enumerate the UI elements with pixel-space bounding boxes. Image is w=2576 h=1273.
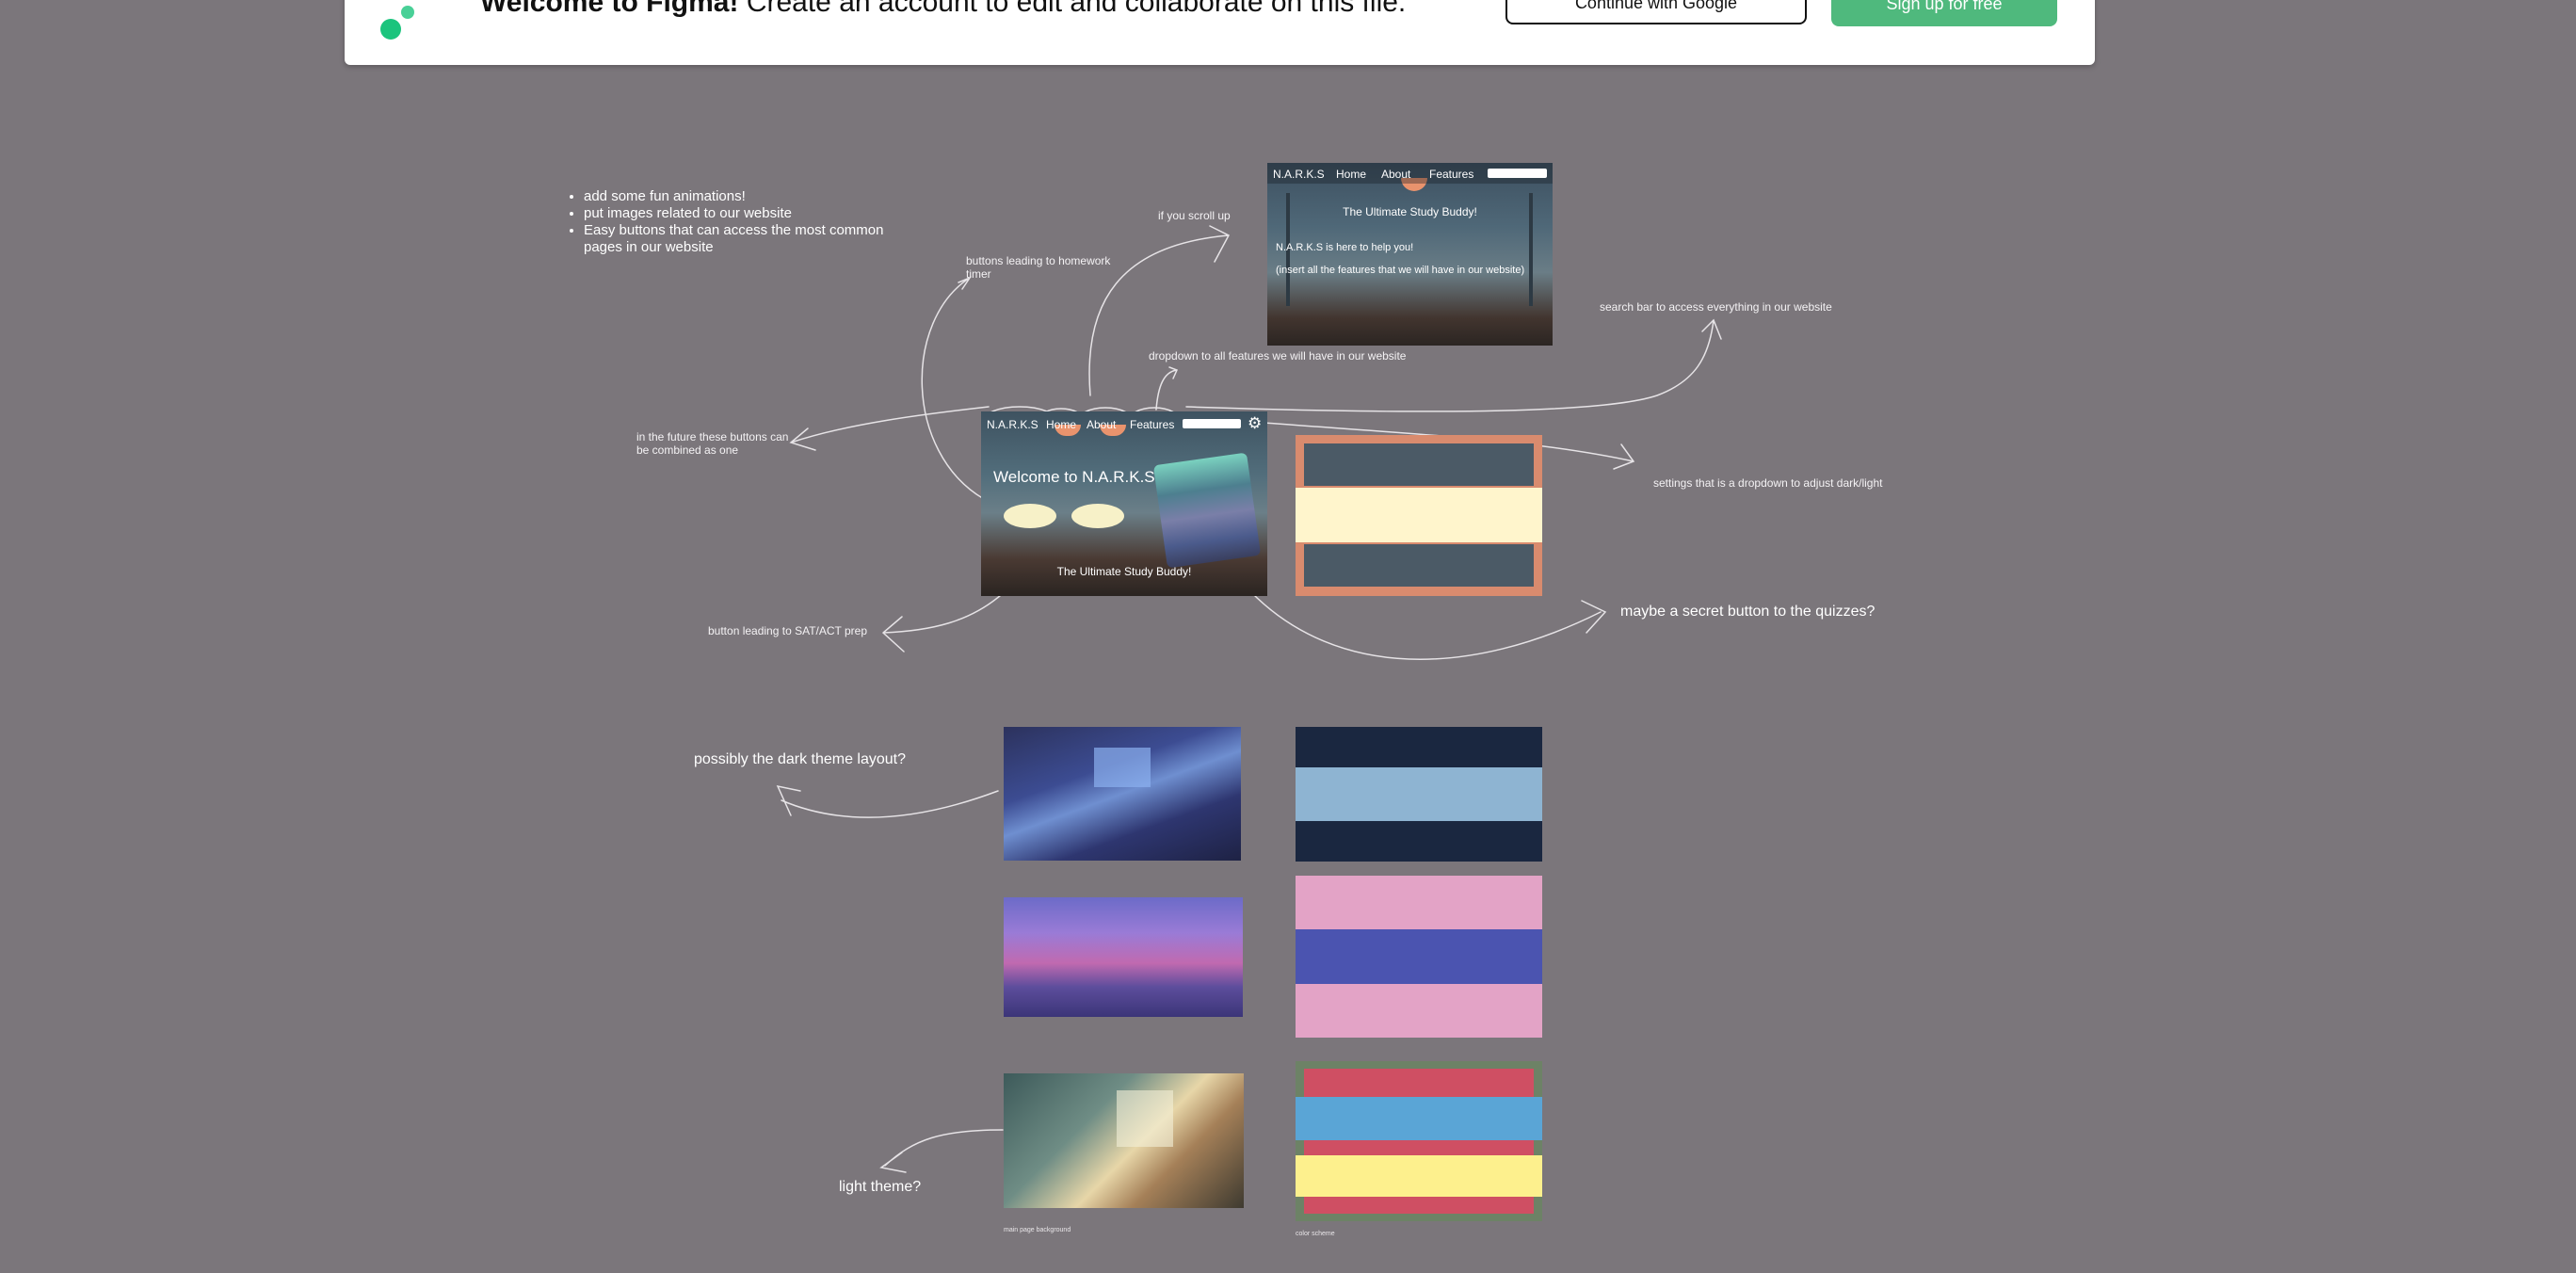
color-swatch	[1296, 984, 1542, 1038]
book-stack-image	[1152, 452, 1262, 569]
color-swatch	[1296, 727, 1542, 767]
todo-item: add some fun animations!	[584, 188, 894, 205]
window-glow	[1094, 748, 1151, 787]
homework-arrow	[921, 276, 985, 500]
mockup-intro: N.A.R.K.S is here to help you!	[1276, 242, 1414, 253]
note-scroll-up: if you scroll up	[1158, 209, 1231, 222]
main-bg-caption: main page background	[1004, 1227, 1071, 1233]
note-settings: settings that is a dropdown to adjust da…	[1653, 476, 1883, 490]
color-swatch	[1304, 1069, 1534, 1097]
nav-features[interactable]: Features	[1130, 418, 1174, 431]
timer-button[interactable]	[1071, 504, 1124, 528]
scroll-up-arrow	[1088, 225, 1231, 396]
brand-logo[interactable]: N.A.R.K.S	[987, 418, 1038, 431]
note-sat-act: button leading to SAT/ACT prep	[708, 624, 867, 637]
palette-warm	[1296, 435, 1542, 596]
note-search-bar: search bar to access everything in our w…	[1600, 300, 1832, 314]
mockup-main: N.A.R.K.S Home About Features ⚙ Welcome …	[981, 411, 1267, 596]
secret-button-arrow	[1251, 592, 1607, 660]
color-swatch	[1296, 767, 1542, 821]
color-swatch	[1304, 544, 1534, 587]
note-combine-buttons: in the future these buttons can be combi…	[636, 430, 789, 457]
mockup-features-note: (insert all the features that we will ha…	[1276, 265, 1525, 276]
color-swatch	[1304, 443, 1534, 486]
color-swatch	[1296, 488, 1542, 542]
color-swatch	[1304, 1140, 1534, 1155]
color-swatch	[1296, 1097, 1542, 1140]
combine-buttons-arrow	[789, 406, 990, 451]
nav-bar: N.A.R.K.S Home About Features	[1267, 163, 1553, 184]
nav-bar: N.A.R.K.S Home About Features ⚙	[981, 411, 1267, 432]
palette-dark	[1296, 727, 1542, 862]
note-homework-buttons: buttons leading to homework timer	[966, 254, 1111, 281]
note-light-theme: light theme?	[839, 1179, 922, 1195]
color-swatch	[1296, 821, 1542, 862]
dark-theme-arrow	[776, 784, 999, 818]
dark-room-image	[1004, 727, 1241, 861]
todo-list: add some fun animations! put images rela…	[565, 188, 894, 256]
nav-about[interactable]: About	[1087, 418, 1116, 431]
todo-item: Easy buttons that can access the most co…	[584, 222, 894, 256]
settings-gear-icon[interactable]: ⚙	[1248, 415, 1262, 431]
note-secret-button: maybe a secret button to the quizzes?	[1620, 604, 1876, 620]
palette-pink	[1296, 876, 1542, 1038]
window-light	[1117, 1090, 1173, 1147]
city-street-image	[1004, 897, 1243, 1017]
note-dark-theme: possibly the dark theme layout?	[694, 751, 907, 767]
brand-logo[interactable]: N.A.R.K.S	[1273, 168, 1325, 181]
features-dropdown-arrow	[1155, 366, 1179, 411]
todo-item: put images related to our website	[584, 205, 894, 222]
color-swatch	[1296, 929, 1542, 984]
palette-bright	[1296, 1061, 1542, 1221]
light-theme-arrow	[879, 1129, 1004, 1173]
note-features-dropdown: dropdown to all features we will have in…	[1149, 349, 1407, 363]
search-input[interactable]	[1183, 419, 1241, 428]
nav-about[interactable]: About	[1381, 168, 1410, 181]
search-input[interactable]	[1488, 169, 1547, 178]
light-room-image	[1004, 1073, 1244, 1208]
nav-home[interactable]: Home	[1046, 418, 1076, 431]
tagline: The Ultimate Study Buddy!	[1056, 565, 1192, 578]
color-swatch	[1304, 1197, 1534, 1214]
homework-button[interactable]	[1004, 504, 1056, 528]
mockup-headline: The Ultimate Study Buddy!	[1343, 205, 1477, 218]
color-scheme-caption: color scheme	[1296, 1231, 1335, 1237]
mockup-scrolled: N.A.R.K.S Home About Features The Ultima…	[1267, 163, 1553, 346]
sat-act-arrow	[881, 594, 1002, 653]
nav-features[interactable]: Features	[1429, 168, 1473, 181]
color-swatch	[1296, 1155, 1542, 1197]
color-swatch	[1296, 876, 1542, 929]
welcome-heading: Welcome to N.A.R.K.S	[993, 468, 1155, 486]
nav-home[interactable]: Home	[1336, 168, 1366, 181]
